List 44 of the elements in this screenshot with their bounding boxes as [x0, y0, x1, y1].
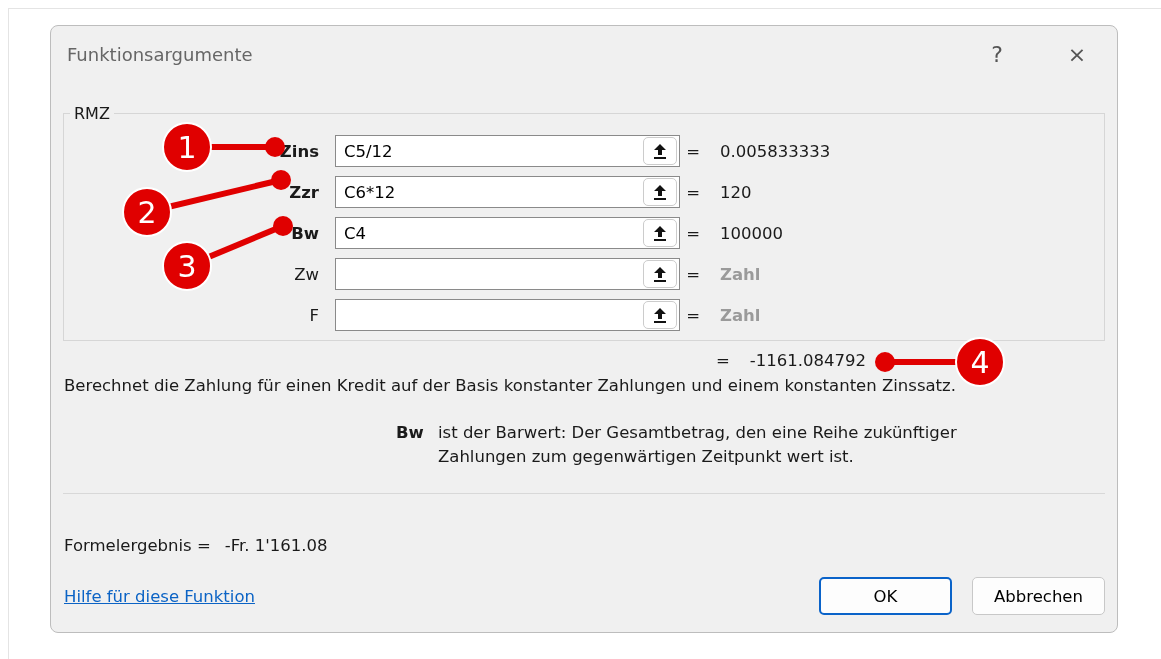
argument-label: Zzr — [289, 182, 319, 202]
formula-result-value: -Fr. 1'161.08 — [224, 536, 328, 555]
dialog-button[interactable]: OK — [819, 577, 952, 615]
dialog-button[interactable]: Abbrechen — [972, 577, 1105, 615]
argument-field[interactable]: C5/12 — [335, 135, 680, 167]
range-select-button[interactable] — [643, 178, 677, 206]
range-select-button[interactable] — [643, 219, 677, 247]
range-select-button[interactable] — [643, 260, 677, 288]
arrow-up-icon — [653, 225, 667, 241]
arrow-up-icon — [653, 266, 667, 282]
argument-field[interactable] — [335, 299, 680, 331]
formula-result-label: Formelergebnis = — [64, 536, 211, 555]
arrow-up-icon — [653, 307, 667, 323]
arrow-up-icon — [653, 184, 667, 200]
argument-field[interactable]: C6*12 — [335, 176, 680, 208]
argument-field[interactable] — [335, 258, 680, 290]
argument-label: Zins — [279, 141, 319, 161]
equals-sign: = — [685, 141, 700, 161]
argument-field[interactable]: C4 — [335, 217, 680, 249]
window-title: Funktionsargumente — [67, 43, 254, 65]
argument-label: Zw — [294, 264, 319, 284]
function-result: -1161.084792 — [749, 351, 866, 370]
argument-name: Bw — [396, 422, 425, 444]
help-button[interactable]: ? — [957, 34, 1037, 74]
close-button[interactable]: × — [1037, 34, 1117, 74]
equals-sign: = — [685, 305, 700, 325]
argument-description: ist der Barwert: Der Gesamtbetrag, den eine Reihe zukünftiger Zahlungen zum gegenwärtigen Zeitpunkt wert ist. — [438, 422, 958, 468]
argument-result: 100000 — [719, 223, 784, 243]
argument-label: Bw — [291, 223, 319, 243]
function-description: Berechnet die Zahlung für einen Kredit auf der Basis konstanter Zahlungen und einem konstanten Zinssatz. — [64, 376, 957, 395]
argument-result: Zahl — [719, 264, 762, 284]
range-select-button[interactable] — [643, 301, 677, 329]
argument-result: 120 — [719, 182, 753, 202]
equals-sign: = — [716, 351, 730, 370]
equals-sign: = — [685, 264, 700, 284]
function-name: RMZ — [73, 104, 111, 123]
argument-label: F — [309, 305, 319, 325]
equals-sign: = — [685, 182, 700, 202]
equals-sign: = — [685, 223, 700, 243]
argument-result: 0.005833333 — [719, 141, 832, 161]
arrow-up-icon — [653, 143, 667, 159]
help-link[interactable]: Hilfe für diese Funktion — [64, 586, 799, 606]
argument-result: Zahl — [719, 305, 762, 325]
range-select-button[interactable] — [643, 137, 677, 165]
